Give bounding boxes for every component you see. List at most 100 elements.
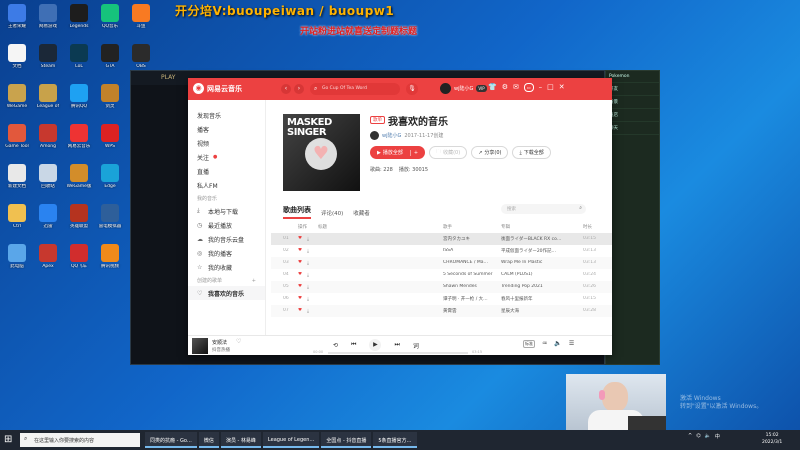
nav-item[interactable]: 关注 ●	[188, 150, 265, 164]
playlist-tab[interactable]: 歌曲列表	[283, 205, 311, 219]
network-icon[interactable]: ⌬	[696, 433, 700, 440]
track-album[interactable]: 星辰大海	[501, 308, 571, 314]
desktop-icon[interactable]: 斗鱼	[126, 4, 156, 29]
track-artist[interactable]: Shawn Mendes	[443, 284, 498, 289]
desktop-icon[interactable]: 网易云音乐	[64, 124, 94, 149]
playlist-queue-icon[interactable]: ☰	[569, 340, 574, 348]
app-logo[interactable]: ◉ 网易云音乐	[193, 83, 242, 94]
playlist-tab[interactable]: 收藏者	[353, 209, 370, 219]
track-album[interactable]: Wrap Me In Plastic	[501, 260, 571, 265]
creator-name[interactable]: wj陆小G	[382, 132, 401, 139]
vip-badge[interactable]: VIP	[476, 85, 487, 92]
like-icon[interactable]: ♡	[236, 338, 241, 345]
liked-heart-icon[interactable]: ♥	[298, 272, 302, 277]
mic-icon[interactable]: 🎙	[406, 83, 418, 95]
now-playing-artist[interactable]: 抖音热播	[212, 347, 230, 353]
taskbar-search-input[interactable]: ⌕ 在这里输入你要搜索的内容	[20, 433, 140, 447]
ime-icon[interactable]: 中	[715, 433, 720, 440]
table-row[interactable]: 02♥⤓Justsy's (电视剧《平成(2021)》主题曲ISSA平成仮面ライ…	[271, 245, 612, 257]
username[interactable]: wj陆小G	[454, 85, 473, 92]
track-artist[interactable]: 谭子明 · 开一枪 / 大…	[443, 296, 498, 302]
track-artist[interactable]: 宮内タカユキ	[443, 236, 498, 242]
download-icon[interactable]: ⤓	[307, 296, 309, 302]
desktop-icon[interactable]: 腾讯QQ	[64, 84, 94, 109]
loop-icon[interactable]: ⟲	[333, 342, 338, 349]
nav-item[interactable]: 发现音乐	[188, 108, 265, 122]
desktop-icon[interactable]: LoL	[64, 44, 94, 69]
user-area[interactable]: wj陆小G VIP ▾	[440, 83, 492, 94]
track-album[interactable]: Trending Pop 2021	[501, 284, 571, 289]
desktop-icon[interactable]: 王者荣耀	[2, 4, 32, 29]
liked-heart-icon[interactable]: ♥	[298, 260, 302, 265]
desktop-icon[interactable]: 腾讯视频	[95, 244, 125, 269]
desktop-icon[interactable]: 迅雷	[33, 204, 63, 229]
track-search-input[interactable]: 搜索 ⌕	[501, 204, 586, 214]
nav-item[interactable]: ☆ 我的收藏	[188, 260, 265, 274]
track-album[interactable]: 春风十里报新年	[501, 296, 571, 302]
desktop-icon[interactable]: Steam	[33, 44, 63, 69]
volume-icon[interactable]: 🔈	[554, 340, 561, 348]
download-icon[interactable]: ⤓	[307, 308, 309, 314]
track-artist[interactable]: CHROMANCE / Ma…	[443, 260, 498, 265]
liked-heart-icon[interactable]: ♥	[298, 296, 302, 301]
table-row[interactable]: 01♥⤓后面ライダーBLACK RX (电视剧《假面骑士BLA…宮内タカユキ後面…	[271, 233, 612, 245]
nav-item[interactable]: 私人FM	[188, 178, 265, 192]
desktop-icon[interactable]: QQ音乐	[95, 4, 125, 29]
playlist-cover[interactable]: MASKED SINGER ♥	[283, 114, 360, 191]
track-album[interactable]: 後面ライダーBLACK RX co…	[501, 236, 571, 242]
col-artist[interactable]: 歌手	[443, 224, 452, 230]
desktop-icon[interactable]: Ctrl	[2, 204, 32, 229]
download-icon[interactable]: ⤓	[307, 248, 309, 254]
table-row[interactable]: 03♥⤓Wrap Me In PlasticSQCHROMANCE / Ma…W…	[271, 257, 612, 269]
taskbar-clock[interactable]: 15:02 2022/3/1	[762, 432, 782, 446]
side-panel[interactable]: Pokemon 好友 背景 商店 聊天	[605, 70, 660, 365]
nav-item[interactable]: ◎ 我的播客	[188, 246, 265, 260]
add-to-queue-icon[interactable]: +	[409, 149, 418, 156]
desktop-icon[interactable]: 网易游戏	[33, 4, 63, 29]
desktop-icon[interactable]: WeGame	[2, 84, 32, 109]
taskbar-app[interactable]: 演员 - 林易峰	[220, 432, 261, 448]
desktop-icon[interactable]: QQ飞车	[64, 244, 94, 269]
nav-item[interactable]: ☁ 我的音乐云盘	[188, 232, 265, 246]
track-artist[interactable]: 5 Seconds of Summer	[443, 272, 498, 277]
desktop-icon[interactable]: WPS	[95, 124, 125, 149]
now-playing-cover[interactable]	[192, 338, 208, 354]
desktop-icon[interactable]: Apex	[33, 244, 63, 269]
creator-avatar[interactable]	[370, 131, 379, 140]
taskbar-app[interactable]: 全国点 - 抖音直播	[321, 432, 372, 448]
desktop-icon[interactable]: 新建文档	[2, 164, 32, 189]
side-panel-item[interactable]: 商店	[606, 109, 659, 122]
quality-button[interactable]: 标准	[523, 340, 535, 348]
liked-heart-icon[interactable]: ♥	[298, 284, 302, 289]
liked-heart-icon[interactable]: ♥	[298, 248, 302, 253]
download-icon[interactable]: ⤓	[307, 236, 309, 242]
col-album[interactable]: 专辑	[501, 224, 510, 230]
sound-effect-icon[interactable]: ♒	[542, 340, 547, 348]
mail-icon[interactable]: ✉	[513, 83, 519, 92]
taskbar-app[interactable]: 5条直播官方…	[373, 432, 417, 448]
minimize-icon[interactable]: –	[539, 83, 543, 92]
col-title[interactable]: 标题	[318, 224, 327, 230]
liked-heart-icon[interactable]: ♥	[298, 308, 302, 313]
progress-bar[interactable]	[328, 352, 468, 354]
taskbar-app[interactable]: 同类的抗瘾 - Go…	[145, 432, 197, 448]
table-row[interactable]: 07♥⤓星辰大海黄霄雲星辰大海03:28	[271, 305, 612, 317]
desktop-icon[interactable]: 英雄联盟	[64, 204, 94, 229]
side-panel-item[interactable]: 背景	[606, 96, 659, 109]
play-all-button[interactable]: ▶ 播放全部 +	[370, 146, 426, 159]
download-icon[interactable]: ⤓	[307, 272, 309, 278]
desktop-icon[interactable]: 回收站	[33, 164, 63, 189]
taskbar-app[interactable]: League of Legen…	[262, 432, 320, 448]
desktop-icon[interactable]: Legends	[64, 4, 94, 29]
mini-mode-icon[interactable]: ▭	[523, 83, 534, 92]
volume-icon[interactable]: 🔈	[705, 433, 711, 440]
desktop-icon[interactable]: 文档	[2, 44, 32, 69]
back-arrow-icon[interactable]: ‹	[281, 84, 291, 94]
download-all-button[interactable]: ⤓ 下载全部	[512, 146, 551, 159]
download-icon[interactable]: ⤓	[307, 284, 309, 290]
desktop-icon[interactable]: GTA	[95, 44, 125, 69]
maximize-icon[interactable]: □	[547, 83, 554, 92]
desktop-icon[interactable]: League of	[33, 84, 63, 109]
nav-item[interactable]: ◷ 最近播放	[188, 218, 265, 232]
liked-heart-icon[interactable]: ♥	[298, 236, 302, 241]
